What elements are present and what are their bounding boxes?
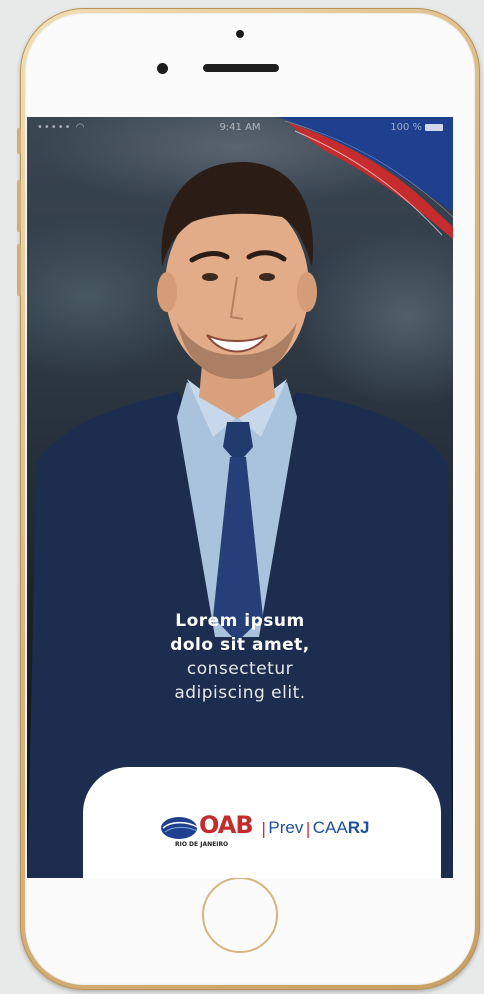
tagline-line-3: consectetur xyxy=(186,659,294,679)
battery-icon xyxy=(425,123,443,131)
hero-illustration xyxy=(27,117,453,878)
proximity-sensor xyxy=(236,30,244,38)
status-time: 9:41 AM xyxy=(219,122,261,133)
tagline-line-2: dolo sit amet, xyxy=(170,635,310,655)
tie-knot xyxy=(223,422,253,457)
brand-logo: OAB RIO DE JANEIRO | Prev | CAARJ xyxy=(159,811,370,848)
logo-divider: | xyxy=(261,818,267,838)
earpiece-speaker xyxy=(203,64,279,72)
oab-region-label: RIO DE JANEIRO xyxy=(175,841,229,848)
tagline-line-4: adipiscing elit. xyxy=(174,683,306,703)
volume-up-button xyxy=(17,180,21,232)
mute-switch xyxy=(17,128,21,154)
home-button[interactable] xyxy=(202,877,278,953)
front-camera xyxy=(157,63,168,74)
oab-logo: OAB RIO DE JANEIRO xyxy=(159,811,259,848)
status-bar: ••••• ◠ 9:41 AM 100 % xyxy=(27,117,453,139)
logo-card: OAB RIO DE JANEIRO | Prev | CAARJ xyxy=(83,767,441,878)
app-screen: ••••• ◠ 9:41 AM 100 % Lorem ipsum dolo s… xyxy=(27,117,453,878)
caarj-label: CAARJ xyxy=(312,818,370,837)
volume-down-button xyxy=(17,244,21,296)
hero-tagline: Lorem ipsum dolo sit amet, consectetur a… xyxy=(27,609,453,705)
logo-divider-2: | xyxy=(305,818,311,838)
battery-indicator: 100 % xyxy=(390,122,443,133)
tagline-line-1: Lorem ipsum xyxy=(175,611,305,631)
oab-globe-icon xyxy=(161,817,198,839)
prev-label: Prev xyxy=(268,818,304,837)
oab-wordmark: OAB xyxy=(199,811,254,839)
